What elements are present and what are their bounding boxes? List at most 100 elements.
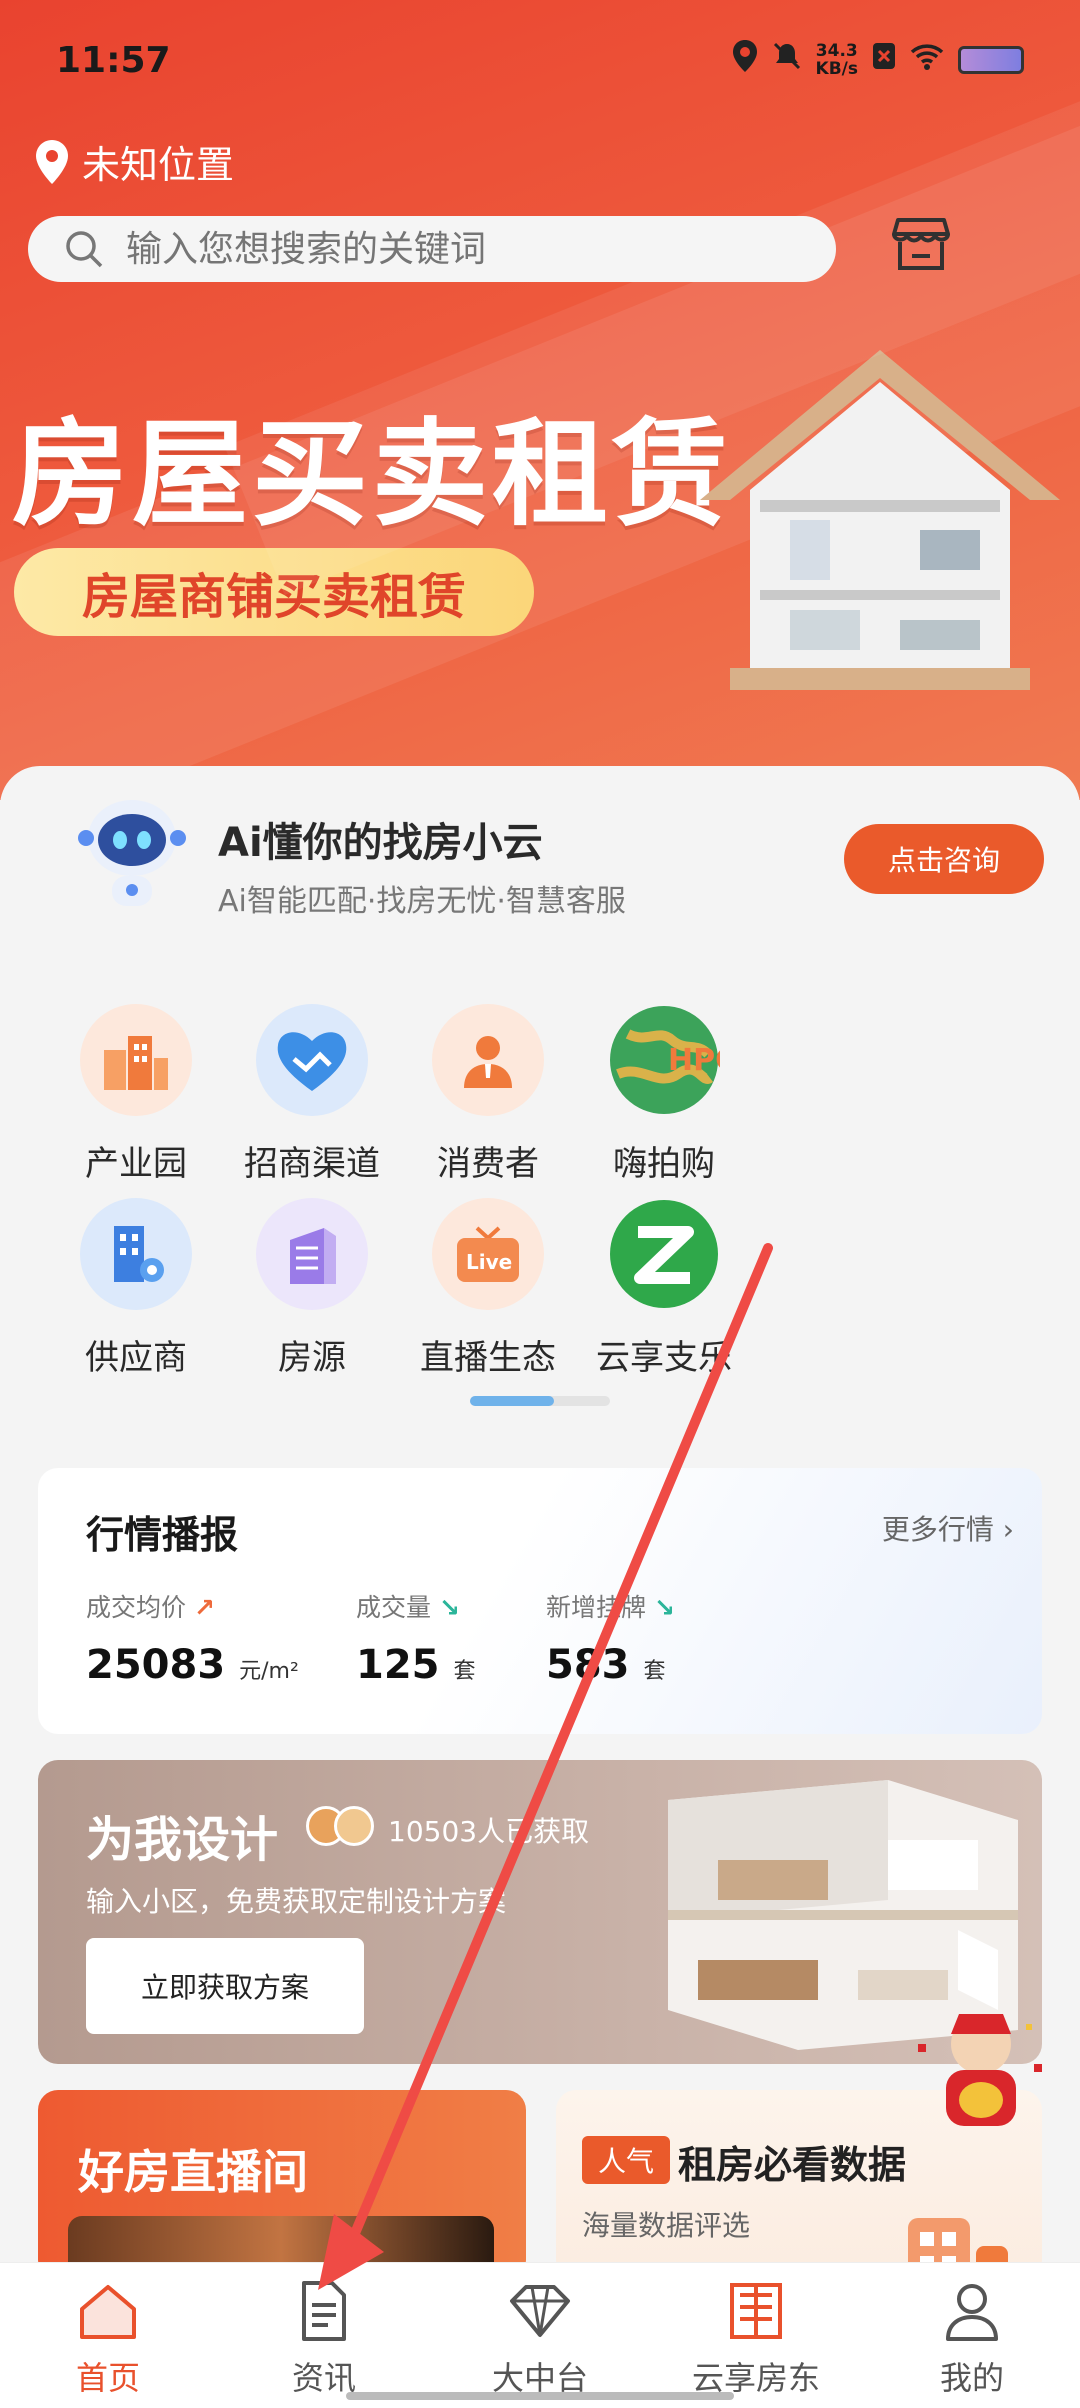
category-label: 房源 <box>278 1338 346 1378</box>
popular-badge: 人气 <box>582 2136 671 2184</box>
network-speed: 34.3 KB/s <box>816 42 858 78</box>
category-consumer[interactable]: 消费者 <box>388 1004 588 1185</box>
tab-label: 我的 <box>939 2359 1004 2397</box>
trend-down-icon: ↘ <box>438 1593 460 1622</box>
category-label: 招商渠道 <box>244 1144 380 1184</box>
more-market-label: 更多行情 <box>881 1513 994 1546</box>
sim-icon <box>872 42 896 77</box>
market-title: 行情播报 <box>86 1513 239 1557</box>
speed-unit: KB/s <box>815 58 858 79</box>
banner-subtitle: 房屋商铺买卖租赁 <box>14 548 534 636</box>
design-title: 为我设计 <box>86 1812 279 1868</box>
stat-unit: 元/m² <box>239 1659 299 1684</box>
more-market-link[interactable]: 更多行情 › <box>882 1508 1014 1548</box>
stat-value: 583 <box>546 1642 630 1688</box>
building-stack-icon <box>256 1198 368 1310</box>
hero-banner[interactable]: 11:57 34.3 KB/s 未知位置 输入您想搜索的关键词 房屋买卖租赁 房… <box>0 0 1080 800</box>
robot-assistant-icon <box>78 800 186 906</box>
category-yunxiang-zhile[interactable]: 云享支乐 <box>564 1198 764 1379</box>
landlord-logo-icon <box>730 2283 782 2339</box>
fortune-mascot-icon[interactable] <box>916 2004 1046 2134</box>
store-icon[interactable] <box>892 214 950 272</box>
banner-title: 房屋买卖租赁 <box>12 407 732 542</box>
category-listings[interactable]: 房源 <box>212 1198 412 1379</box>
page-indicator <box>470 1396 610 1406</box>
consult-button[interactable]: 点击咨询 <box>844 824 1044 894</box>
speed-value: 34.3 <box>815 40 858 61</box>
page-indicator-active <box>470 1396 554 1406</box>
category-live-ecosystem[interactable]: Live 直播生态 <box>388 1198 588 1379</box>
ai-assistant-card[interactable]: Ai懂你的找房小云 Ai智能匹配·找房无忧·智慧客服 点击咨询 <box>0 766 1080 936</box>
stat-value: 25083 <box>86 1642 226 1688</box>
stat-volume: 成交量 ↘ 125 套 <box>356 1588 475 1688</box>
stat-unit: 套 <box>643 1659 666 1684</box>
live-room-card[interactable]: 好房直播间 <box>38 2090 526 2280</box>
category-label: 产业园 <box>85 1144 187 1184</box>
category-investment-channel[interactable]: 招商渠道 <box>212 1004 412 1185</box>
category-label: 云享支乐 <box>596 1338 732 1378</box>
chevron-right-icon: › <box>1002 1513 1014 1546</box>
search-icon <box>66 231 103 268</box>
category-label: 供应商 <box>85 1338 187 1378</box>
house-illustration <box>700 350 1060 690</box>
stat-label: 成交量 <box>356 1593 432 1622</box>
diamond-icon <box>510 2285 570 2337</box>
category-hpg[interactable]: HPG 嗨拍购 <box>564 1004 764 1185</box>
stat-avg-price: 成交均价 ↗ 25083 元/m² <box>86 1588 299 1688</box>
handshake-heart-icon <box>256 1004 368 1116</box>
ai-title: Ai懂你的找房小云 <box>218 820 543 866</box>
tab-center[interactable]: 大中台 <box>460 2279 620 2399</box>
person-icon <box>432 1004 544 1116</box>
mute-icon <box>772 41 802 78</box>
status-time: 11:57 <box>56 40 171 81</box>
buildings-icon <box>80 1004 192 1116</box>
svg-text:HPG: HPG <box>668 1043 720 1078</box>
bottom-tab-bar: 首页 资讯 大中台 云享房东 我的 <box>0 2262 1080 2408</box>
status-bar: 11:57 34.3 KB/s <box>0 0 1080 120</box>
get-plan-button[interactable]: 立即获取方案 <box>86 1938 364 2034</box>
home-indicator <box>346 2392 734 2400</box>
stat-value: 125 <box>356 1642 440 1688</box>
category-label: 消费者 <box>437 1144 539 1184</box>
live-title: 好房直播间 <box>78 2145 308 2199</box>
tab-home[interactable]: 首页 <box>28 2279 188 2399</box>
avatar <box>334 1806 374 1846</box>
rent-subtitle: 海量数据评选 <box>582 2209 751 2242</box>
search-bar[interactable] <box>28 216 836 282</box>
design-for-me-card[interactable]: 为我设计 10503人已获取 输入小区，免费获取定制设计方案 立即获取方案 <box>38 1760 1042 2064</box>
stat-unit: 套 <box>453 1659 476 1684</box>
category-label: 直播生态 <box>420 1338 556 1378</box>
user-avatars <box>306 1806 374 1846</box>
stat-label: 新增挂牌 <box>546 1593 647 1622</box>
tab-news[interactable]: 资讯 <box>244 2279 404 2399</box>
ai-subtitle: Ai智能匹配·找房无忧·智慧客服 <box>218 884 626 919</box>
category-industrial-park[interactable]: 产业园 <box>36 1004 236 1185</box>
svg-text:Live: Live <box>466 1250 512 1274</box>
market-report-card[interactable]: 行情播报 更多行情 › 成交均价 ↗ 25083 元/m² 成交量 ↘ 125 … <box>38 1468 1042 1734</box>
tab-landlord[interactable]: 云享房东 <box>676 2279 836 2399</box>
rent-title: 租房必看数据 <box>678 2143 907 2187</box>
tab-mine[interactable]: 我的 <box>892 2279 1052 2399</box>
stat-label: 成交均价 <box>86 1593 187 1622</box>
trend-up-icon: ↗ <box>193 1593 215 1622</box>
tab-label: 首页 <box>75 2359 140 2397</box>
user-icon <box>946 2284 998 2341</box>
building-gear-icon <box>80 1198 192 1310</box>
location-pin-icon <box>36 139 68 184</box>
category-label: 嗨拍购 <box>613 1144 715 1184</box>
search-input[interactable] <box>126 228 766 270</box>
wifi-icon <box>910 42 944 77</box>
home-icon <box>80 2285 136 2339</box>
location-label: 未知位置 <box>82 143 235 187</box>
location-status-icon <box>732 40 758 79</box>
trend-down-icon: ↘ <box>653 1593 675 1622</box>
stat-new-listings: 新增挂牌 ↘ 583 套 <box>546 1588 675 1688</box>
battery-icon <box>958 45 1024 74</box>
design-subtitle: 输入小区，免费获取定制设计方案 <box>86 1885 507 1918</box>
live-tv-icon: Live <box>432 1198 544 1310</box>
design-count: 10503人已获取 <box>388 1815 590 1848</box>
status-icons: 34.3 KB/s <box>732 40 1024 79</box>
green-z-logo-icon <box>608 1198 720 1310</box>
location-selector[interactable]: 未知位置 <box>34 134 234 189</box>
category-supplier[interactable]: 供应商 <box>36 1198 236 1379</box>
